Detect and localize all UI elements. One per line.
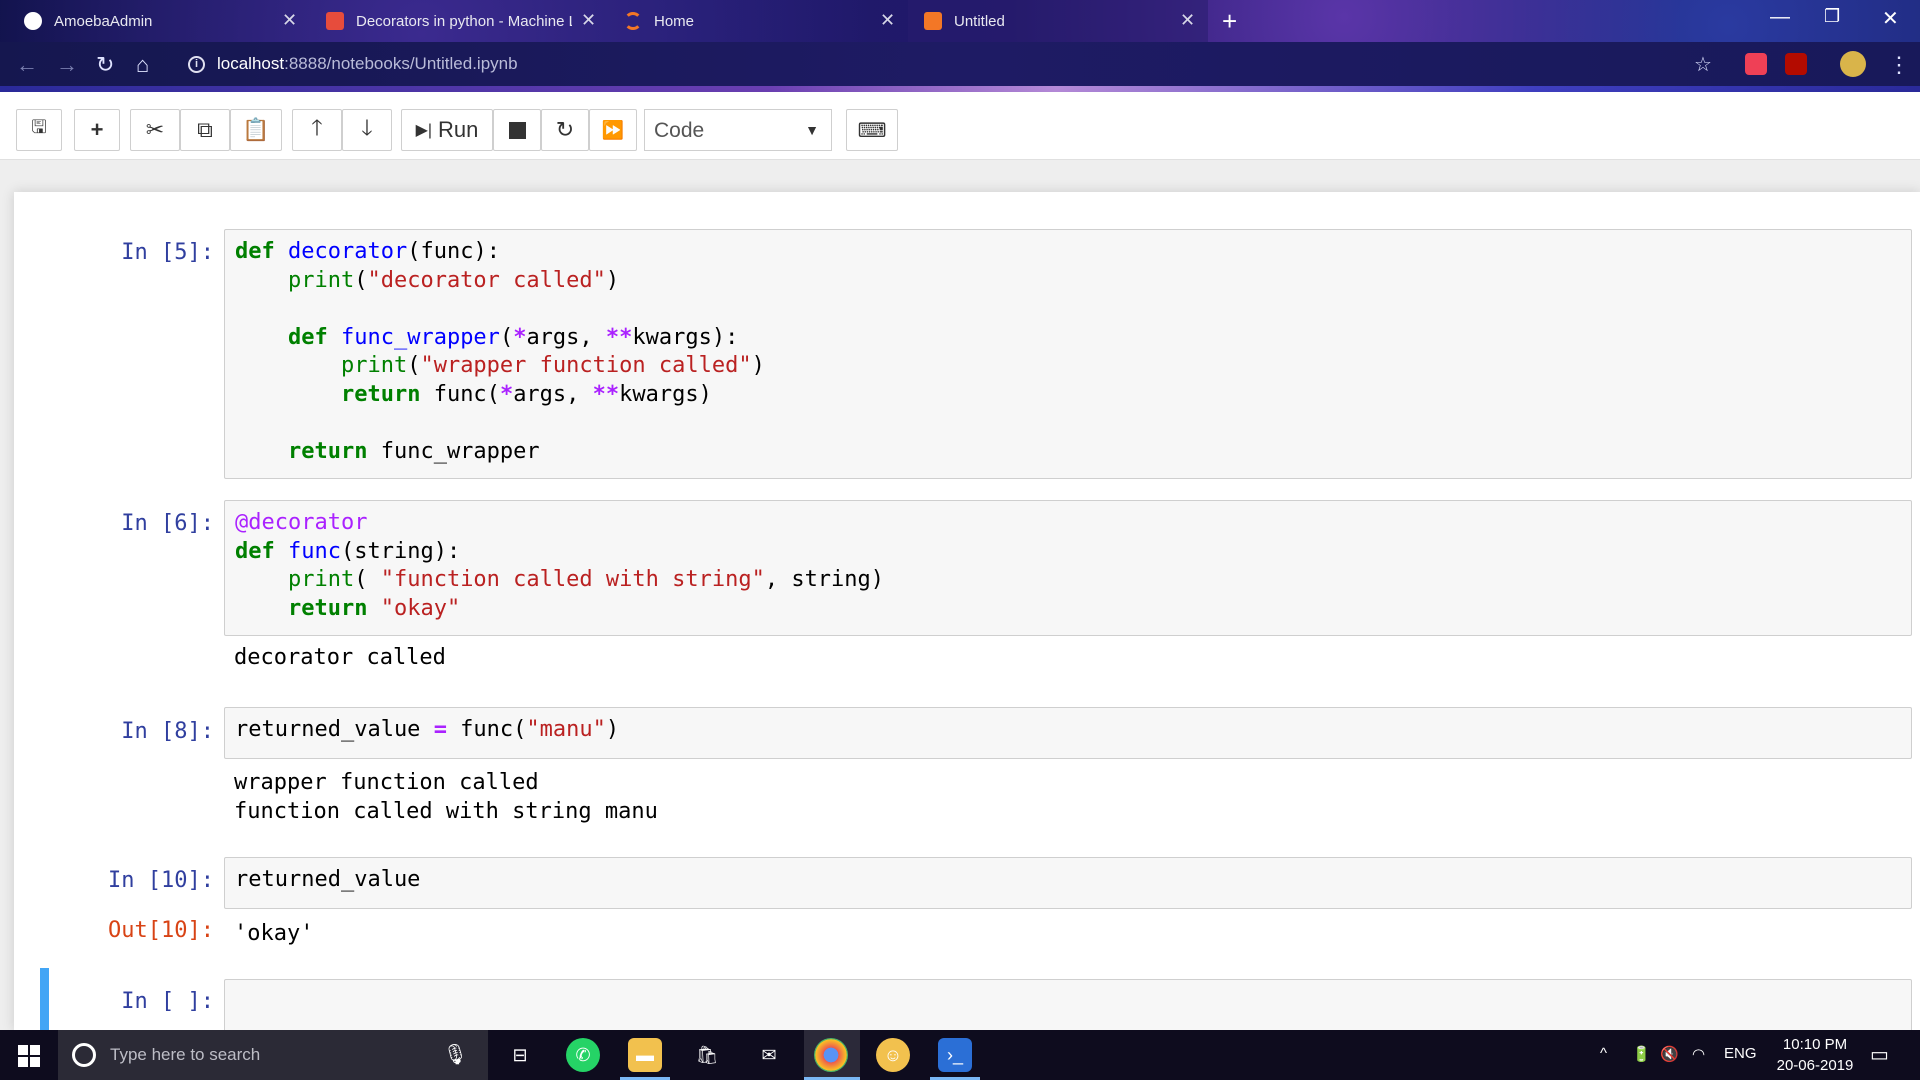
code-cell-10[interactable]: returned_value bbox=[224, 857, 1912, 909]
notebook-toolbar: 🖫 + ✂ ⧉ 📋 🡑 🡓 ▶| Run ↻ ⏩ Code ▼ ⌨ bbox=[0, 92, 1920, 160]
tab-decorators-in-python[interactable]: Decorators in python - Machine Lea ✕ bbox=[308, 0, 604, 42]
notebook-container: In [5]: def decorator(func): print("deco… bbox=[14, 192, 1920, 1030]
menu-dots-icon[interactable]: ⋮ bbox=[1888, 52, 1910, 78]
fast-forward-icon: ⏩ bbox=[601, 119, 625, 140]
store-icon[interactable]: 🛍 bbox=[690, 1038, 724, 1072]
code-cell-empty[interactable] bbox=[224, 979, 1912, 1030]
code-editor[interactable]: returned_value = func("manu") bbox=[225, 708, 1911, 745]
file-explorer-icon[interactable]: ▬ bbox=[628, 1038, 662, 1072]
windows-taskbar: Type here to search 🎙 ⊟ ✆ ▬ 🛍 ✉ ☺ ›_ ^ 🔋… bbox=[0, 1030, 1920, 1080]
code-cell-8[interactable]: returned_value = func("manu") bbox=[224, 707, 1912, 759]
input-prompt: In [6]: bbox=[121, 511, 214, 536]
windows-start-icon[interactable] bbox=[18, 1045, 40, 1067]
scissors-icon: ✂ bbox=[145, 117, 165, 142]
input-prompt: In [5]: bbox=[121, 240, 214, 265]
microphone-icon[interactable]: 🎙 bbox=[443, 1042, 468, 1067]
restart-kernel-button[interactable]: ↻ bbox=[541, 109, 589, 151]
site-info-icon[interactable]: i bbox=[188, 56, 205, 73]
bookmark-star-icon[interactable]: ☆ bbox=[1694, 52, 1712, 77]
active-app-highlight bbox=[804, 1030, 860, 1080]
system-clock[interactable]: 10:10 PM 20-06-2019 bbox=[1770, 1034, 1860, 1076]
new-tab-icon[interactable]: + bbox=[1222, 6, 1237, 37]
command-palette-button[interactable]: ⌨ bbox=[846, 109, 898, 151]
reload-icon[interactable]: ↻ bbox=[96, 52, 114, 78]
save-icon: 🖫 bbox=[31, 117, 47, 137]
input-prompt: In [10]: bbox=[108, 868, 214, 893]
back-arrow-icon[interactable]: ← bbox=[16, 52, 38, 78]
move-down-button[interactable]: 🡓 bbox=[342, 109, 392, 151]
profile-avatar[interactable] bbox=[1840, 51, 1866, 77]
page-favicon-icon bbox=[326, 12, 344, 30]
cut-button[interactable]: ✂ bbox=[130, 109, 180, 151]
taskbar-search[interactable]: Type here to search 🎙 bbox=[58, 1030, 488, 1080]
code-editor[interactable]: returned_value bbox=[225, 858, 1911, 895]
code-editor[interactable]: def decorator(func): print("decorator ca… bbox=[225, 230, 1911, 467]
copy-button[interactable]: ⧉ bbox=[180, 109, 230, 151]
paste-button[interactable]: 📋 bbox=[230, 109, 282, 151]
cell-type-select[interactable]: Code ▼ bbox=[644, 109, 832, 151]
keyboard-icon: ⌨ bbox=[857, 119, 887, 142]
arrow-up-icon: 🡑 bbox=[311, 115, 323, 140]
plus-icon: + bbox=[90, 117, 104, 142]
cell-output: 'okay' bbox=[234, 921, 314, 946]
restart-icon: ↻ bbox=[555, 117, 575, 142]
close-tab-icon[interactable]: ✕ bbox=[880, 10, 895, 31]
url-field[interactable]: localhost:8888/notebooks/Untitled.ipynb bbox=[217, 54, 518, 74]
caret-down-icon: ▼ bbox=[805, 122, 819, 138]
close-tab-icon[interactable]: ✕ bbox=[282, 10, 297, 31]
close-tab-icon[interactable]: ✕ bbox=[1180, 10, 1195, 31]
app-character-icon[interactable]: ☺ bbox=[876, 1038, 910, 1072]
pocket-extension-icon[interactable] bbox=[1745, 53, 1767, 75]
restore-icon[interactable]: ❐ bbox=[1824, 6, 1840, 27]
code-editor[interactable]: @decorator def func(string): print( "fun… bbox=[225, 501, 1911, 623]
tab-home[interactable]: Home ✕ bbox=[606, 0, 906, 42]
move-up-button[interactable]: 🡑 bbox=[292, 109, 342, 151]
stop-icon bbox=[508, 121, 526, 139]
cell-output: wrapper function called function called … bbox=[234, 770, 658, 824]
notifications-icon[interactable]: ▭ bbox=[1870, 1042, 1889, 1067]
whatsapp-icon[interactable]: ✆ bbox=[566, 1038, 600, 1072]
interrupt-button[interactable] bbox=[493, 109, 541, 151]
browser-tab-strip: AmoebaAdmin ✕ Decorators in python - Mac… bbox=[0, 0, 1920, 42]
tab-amoebaadmin[interactable]: AmoebaAdmin ✕ bbox=[0, 0, 305, 42]
input-prompt: In [ ]: bbox=[121, 989, 214, 1014]
input-prompt: In [8]: bbox=[121, 719, 214, 744]
arrow-down-icon: 🡓 bbox=[361, 115, 373, 140]
tab-untitled[interactable]: Untitled ✕ bbox=[908, 0, 1208, 42]
wifi-icon[interactable]: ◠ bbox=[1692, 1045, 1705, 1063]
powershell-icon[interactable]: ›_ bbox=[938, 1038, 972, 1072]
copy-icon: ⧉ bbox=[197, 117, 213, 142]
address-toolbar: ← → ↻ ⌂ i localhost:8888/notebooks/Untit… bbox=[0, 42, 1920, 88]
restart-run-all-button[interactable]: ⏩ bbox=[589, 109, 637, 151]
mail-icon[interactable]: ✉ bbox=[752, 1038, 786, 1072]
input-language[interactable]: ENG bbox=[1724, 1045, 1757, 1062]
output-prompt: Out[10]: bbox=[108, 918, 214, 943]
minimize-icon[interactable]: — bbox=[1770, 6, 1790, 29]
step-forward-icon: ▶| bbox=[415, 122, 433, 139]
battery-icon[interactable]: 🔋 bbox=[1632, 1045, 1651, 1063]
jupyter-favicon-icon bbox=[624, 12, 642, 30]
code-cell-6[interactable]: @decorator def func(string): print( "fun… bbox=[224, 500, 1912, 636]
cell-output: decorator called bbox=[234, 645, 446, 670]
run-button[interactable]: ▶| Run bbox=[401, 109, 493, 151]
save-button[interactable]: 🖫 bbox=[16, 109, 62, 151]
amoeba-favicon-icon bbox=[24, 12, 42, 30]
cortana-icon bbox=[72, 1043, 96, 1067]
show-hidden-icons-icon[interactable]: ^ bbox=[1600, 1045, 1607, 1062]
close-window-icon[interactable]: ✕ bbox=[1882, 6, 1899, 31]
task-view-icon[interactable]: ⊟ bbox=[503, 1038, 537, 1072]
close-tab-icon[interactable]: ✕ bbox=[581, 10, 596, 31]
pdf-extension-icon[interactable] bbox=[1785, 53, 1807, 75]
paste-icon: 📋 bbox=[242, 117, 270, 142]
notebook-favicon-icon bbox=[924, 12, 942, 30]
home-icon[interactable]: ⌂ bbox=[136, 52, 149, 78]
forward-arrow-icon[interactable]: → bbox=[56, 52, 78, 78]
code-cell-5[interactable]: def decorator(func): print("decorator ca… bbox=[224, 229, 1912, 479]
volume-muted-icon[interactable]: 🔇 bbox=[1660, 1045, 1679, 1063]
insert-cell-button[interactable]: + bbox=[74, 109, 120, 151]
